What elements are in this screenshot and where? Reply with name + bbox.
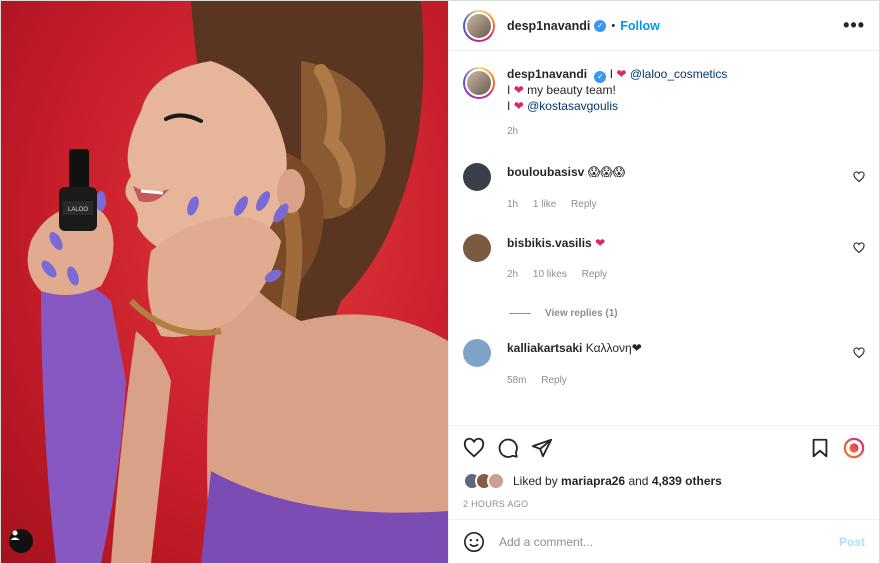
reply-button[interactable]: Reply bbox=[582, 269, 608, 280]
heart-emoji: ❤ bbox=[616, 67, 627, 81]
liked-by-user[interactable]: mariapra26 bbox=[561, 474, 625, 488]
caption-text: desp1navandi ✓ I ❤ @laloo_cosmetics I ❤ … bbox=[507, 67, 727, 114]
heart-emoji: ❤ bbox=[513, 83, 524, 97]
instagram-post: LALOO desp1navandi ✓ • Follow ••• desp1n… bbox=[0, 0, 880, 564]
comments-list[interactable]: desp1navandi ✓ I ❤ @laloo_cosmetics I ❤ … bbox=[449, 51, 879, 425]
comment-icon[interactable] bbox=[497, 437, 519, 459]
mention-kostas[interactable]: @kostasavgoulis bbox=[527, 99, 618, 113]
comment-avatar[interactable] bbox=[463, 233, 491, 262]
comment-likes[interactable]: 10 likes bbox=[533, 269, 567, 280]
post-timestamp[interactable]: 2 HOURS AGO bbox=[449, 493, 879, 519]
comment-item: bisbikis.vasilis ❤ 2h 10 likes Reply bbox=[463, 233, 865, 280]
comment-text: 😱😱😱 bbox=[587, 165, 626, 179]
comment-time[interactable]: 2h bbox=[507, 269, 518, 280]
liker-avatars bbox=[463, 472, 505, 490]
comment-avatar[interactable] bbox=[463, 163, 491, 191]
caption-time[interactable]: 2h bbox=[507, 126, 727, 137]
view-replies-label: View replies (1) bbox=[545, 308, 618, 319]
user-tag-button[interactable] bbox=[9, 529, 33, 553]
caption-line3-pipe: I bbox=[507, 98, 511, 113]
heart-icon[interactable] bbox=[853, 347, 865, 359]
comment-time[interactable]: 1h bbox=[507, 199, 518, 210]
heart-emoji: ❤ bbox=[513, 98, 524, 113]
author-avatar[interactable] bbox=[463, 9, 495, 42]
post-panel: desp1navandi ✓ • Follow ••• desp1navandi… bbox=[448, 1, 879, 563]
avatar bbox=[487, 472, 505, 490]
verified-badge-icon: ✓ bbox=[594, 71, 607, 83]
verified-badge-icon: ✓ bbox=[594, 19, 607, 32]
boost-icon[interactable] bbox=[843, 437, 865, 459]
add-comment-bar: Post bbox=[449, 519, 879, 563]
follow-button[interactable]: Follow bbox=[620, 19, 660, 33]
bookmark-icon[interactable] bbox=[809, 437, 831, 459]
author-username[interactable]: desp1navandi bbox=[507, 19, 590, 33]
comment-meta: 2h 10 likes Reply bbox=[507, 269, 865, 280]
heart-icon[interactable] bbox=[853, 241, 865, 254]
caption-line2-pipe: I bbox=[507, 83, 511, 97]
post-comment-button[interactable]: Post bbox=[839, 535, 865, 549]
view-replies-button[interactable]: View replies (1) bbox=[509, 308, 865, 319]
heart-icon[interactable] bbox=[463, 437, 485, 459]
heart-icon[interactable] bbox=[853, 171, 865, 183]
comment-meta: 1h 1 like Reply bbox=[507, 199, 865, 210]
more-icon[interactable]: ••• bbox=[843, 15, 865, 36]
reply-button[interactable]: Reply bbox=[571, 199, 597, 210]
reply-button[interactable]: Reply bbox=[541, 375, 567, 386]
post-image[interactable]: LALOO bbox=[1, 1, 448, 563]
svg-text:LALOO: LALOO bbox=[68, 207, 88, 213]
comment-username[interactable]: bisbikis.vasilis bbox=[507, 236, 592, 250]
comment-meta: 58m Reply bbox=[507, 375, 865, 386]
action-bar bbox=[449, 425, 879, 469]
comment-username[interactable]: kalliakartsaki bbox=[507, 341, 582, 355]
likes-summary: Liked by mariapra26 and 4,839 others bbox=[449, 469, 879, 493]
caption-avatar[interactable] bbox=[463, 67, 495, 99]
comment-username[interactable]: bouloubasisv bbox=[507, 165, 584, 179]
comment-avatar[interactable] bbox=[463, 339, 491, 367]
comment-likes[interactable]: 1 like bbox=[533, 199, 556, 210]
photo-illustration: LALOO bbox=[27, 1, 448, 563]
separator-dot: • bbox=[611, 19, 616, 32]
comment-text: Καλλονη❤ bbox=[585, 341, 642, 355]
liked-by-and: and bbox=[628, 474, 649, 488]
comment-text: ❤ bbox=[595, 235, 606, 250]
caption-username[interactable]: desp1navandi bbox=[507, 67, 587, 81]
emoji-icon[interactable] bbox=[463, 531, 485, 553]
post-caption: desp1navandi ✓ I ❤ @laloo_cosmetics I ❤ … bbox=[463, 67, 865, 137]
comment-input[interactable] bbox=[499, 534, 839, 549]
caption-line2-text: my beauty team! bbox=[527, 83, 616, 97]
replies-divider bbox=[509, 313, 531, 314]
comment-time[interactable]: 58m bbox=[507, 375, 526, 386]
comment-item: kalliakartsaki Καλλονη❤ 58m Reply bbox=[463, 339, 865, 386]
comment-item: bouloubasisv 😱😱😱 1h 1 like Reply bbox=[463, 163, 865, 210]
mention-laloo[interactable]: @laloo_cosmetics bbox=[630, 67, 728, 81]
user-tag-icon bbox=[10, 530, 20, 540]
caption-line1-pipe: I bbox=[609, 67, 614, 81]
liked-by-others[interactable]: 4,839 others bbox=[652, 474, 722, 488]
post-header: desp1navandi ✓ • Follow ••• bbox=[449, 1, 879, 51]
send-icon[interactable] bbox=[531, 437, 553, 459]
liked-by-prefix: Liked by bbox=[513, 474, 558, 488]
